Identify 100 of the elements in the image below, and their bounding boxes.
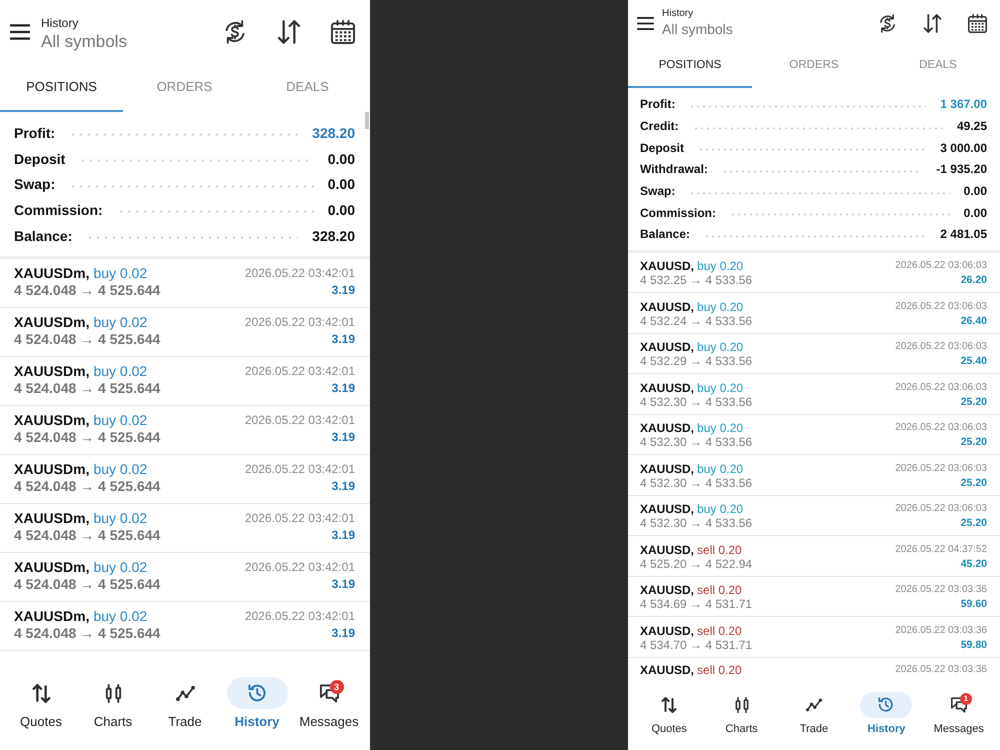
profit-value: 3.19 bbox=[332, 478, 355, 496]
nav-tab[interactable]: 1 Messages bbox=[932, 692, 985, 736]
nav-tab[interactable]: Quotes bbox=[10, 677, 72, 730]
symbol-label: XAUUSD, bbox=[640, 380, 694, 395]
trade-type: buy 0.02 bbox=[93, 314, 148, 332]
symbol-label: XAUUSD, bbox=[640, 502, 694, 516]
profit-value: 25.20 bbox=[960, 435, 987, 450]
profit-value: 25.20 bbox=[960, 476, 987, 490]
profit-value: 45.20 bbox=[960, 556, 987, 571]
sort-icon[interactable] bbox=[923, 14, 942, 32]
profit-value: 25.20 bbox=[960, 394, 987, 409]
price-range: 4 524.048 → 4 525.644 bbox=[14, 527, 160, 544]
summary-value: 328.20 bbox=[312, 226, 355, 245]
summary-value: 1 367.00 bbox=[940, 97, 987, 112]
close-time: 2026.05.22 03:03:36 bbox=[895, 624, 987, 638]
symbol-label: XAUUSD, bbox=[640, 542, 694, 557]
summary-label: Profit: bbox=[640, 97, 676, 112]
summary-value: 0.00 bbox=[964, 184, 987, 200]
close-time: 2026.05.22 03:42:01 bbox=[244, 265, 355, 282]
notification-badge: 1 bbox=[960, 693, 972, 705]
menu-icon[interactable] bbox=[10, 24, 30, 40]
profit-value: 26.20 bbox=[960, 273, 987, 288]
trade-type: buy 0.20 bbox=[697, 300, 744, 314]
nav-tab[interactable]: Quotes bbox=[643, 692, 696, 736]
symbol-label: XAUUSDm, bbox=[14, 461, 90, 478]
tab[interactable]: POSITIONS bbox=[0, 64, 123, 112]
close-time: 2026.05.22 03:06:03 bbox=[895, 340, 987, 354]
summary-label: Balance: bbox=[14, 226, 72, 245]
close-time: 2026.05.22 03:06:03 bbox=[895, 259, 987, 274]
close-time: 2026.05.22 03:03:36 bbox=[895, 583, 987, 598]
close-time: 2026.05.22 03:06:03 bbox=[895, 421, 987, 436]
dollar-refresh-icon[interactable] bbox=[878, 14, 897, 32]
summary-label: Credit: bbox=[640, 119, 679, 134]
trade-type: buy 0.02 bbox=[93, 559, 148, 576]
calendar-icon[interactable] bbox=[331, 20, 355, 44]
nav-tab[interactable]: History bbox=[226, 677, 288, 730]
trade-type: buy 0.02 bbox=[93, 461, 148, 478]
trade-type: buy 0.20 bbox=[697, 380, 744, 395]
summary-value: 0.00 bbox=[328, 175, 355, 194]
price-range: 4 524.048 → 4 525.644 bbox=[14, 576, 160, 594]
nav-tab[interactable]: History bbox=[860, 692, 912, 736]
summary-value: 49.25 bbox=[956, 119, 987, 134]
price-range: 4 532.30 → 4 533.56 bbox=[640, 516, 752, 530]
profit-value: 3.19 bbox=[332, 625, 355, 642]
price-range: 4 524.048 → 4 525.644 bbox=[14, 380, 160, 398]
close-time: 2026.05.22 03:42:01 bbox=[244, 510, 355, 528]
profit-value: 3.19 bbox=[332, 331, 355, 348]
calendar-icon[interactable] bbox=[968, 14, 987, 32]
trade-type: sell 0.20 bbox=[697, 624, 742, 638]
trade-type: sell 0.20 bbox=[697, 542, 742, 557]
nav-tab[interactable]: Trade bbox=[154, 677, 216, 730]
symbol-label: XAUUSDm, bbox=[14, 559, 90, 576]
profit-value: 3.19 bbox=[332, 380, 355, 398]
nav-tab[interactable]: Trade bbox=[788, 692, 840, 736]
price-range: 4 525.20 → 4 522.94 bbox=[640, 556, 752, 571]
trade-type: buy 0.20 bbox=[697, 421, 744, 436]
summary-value: 0.00 bbox=[328, 150, 355, 168]
nav-tab[interactable]: 3 Messages bbox=[298, 677, 360, 730]
sort-icon[interactable] bbox=[277, 20, 301, 44]
price-range: 4 532.30 → 4 533.56 bbox=[640, 435, 752, 450]
trade-type: buy 0.02 bbox=[93, 412, 148, 430]
symbol-label: XAUUSD, bbox=[640, 340, 694, 354]
close-time: 2026.05.22 03:06:03 bbox=[895, 502, 987, 516]
candlestick-icon bbox=[104, 684, 122, 702]
summary-label: Deposit bbox=[640, 140, 684, 156]
trade-type: buy 0.02 bbox=[93, 363, 148, 380]
summary-label: Swap: bbox=[14, 175, 56, 194]
summary-label: Commission: bbox=[640, 206, 716, 221]
notification-badge: 3 bbox=[330, 680, 344, 694]
summary-label: Withdrawal: bbox=[640, 162, 708, 178]
tab[interactable]: POSITIONS bbox=[628, 46, 752, 88]
subtitle: All symbols bbox=[662, 20, 733, 38]
close-time: 2026.05.22 03:06:03 bbox=[895, 300, 987, 314]
trade-type: sell 0.20 bbox=[697, 662, 742, 677]
trade-type: buy 0.02 bbox=[93, 510, 148, 528]
profit-value: 59.60 bbox=[960, 597, 987, 612]
profit-value: 3.19 bbox=[332, 429, 355, 446]
trade-type: buy 0.02 bbox=[93, 265, 148, 282]
close-time: 2026.05.22 04:37:52 bbox=[895, 542, 987, 557]
up-down-arrows-icon bbox=[661, 697, 678, 713]
symbol-label: XAUUSD, bbox=[640, 300, 694, 314]
summary-label: Commission: bbox=[14, 200, 103, 219]
symbol-label: XAUUSDm, bbox=[14, 363, 90, 380]
nav-tab[interactable]: Charts bbox=[716, 692, 768, 736]
price-range: 4 524.048 → 4 525.644 bbox=[14, 429, 160, 446]
dollar-refresh-icon[interactable] bbox=[223, 20, 247, 44]
close-time: 2026.05.22 03:42:01 bbox=[244, 363, 355, 380]
symbol-label: XAUUSDm, bbox=[14, 314, 90, 332]
nav-tab[interactable]: Charts bbox=[82, 677, 144, 730]
close-time: 2026.05.22 03:42:01 bbox=[244, 608, 355, 626]
menu-icon[interactable] bbox=[637, 16, 654, 30]
close-time: 2026.05.22 03:42:01 bbox=[244, 412, 355, 430]
profit-value: 3.19 bbox=[332, 527, 355, 544]
profit-value: 25.40 bbox=[960, 354, 987, 368]
symbol-label: XAUUSDm, bbox=[14, 265, 90, 282]
price-range: 4 532.30 → 4 533.56 bbox=[640, 394, 752, 409]
symbol-label: XAUUSDm, bbox=[14, 608, 90, 626]
summary-value: 0.00 bbox=[964, 206, 987, 221]
summary-value: 3 000.00 bbox=[940, 140, 987, 156]
profit-value: 3.19 bbox=[332, 576, 355, 594]
